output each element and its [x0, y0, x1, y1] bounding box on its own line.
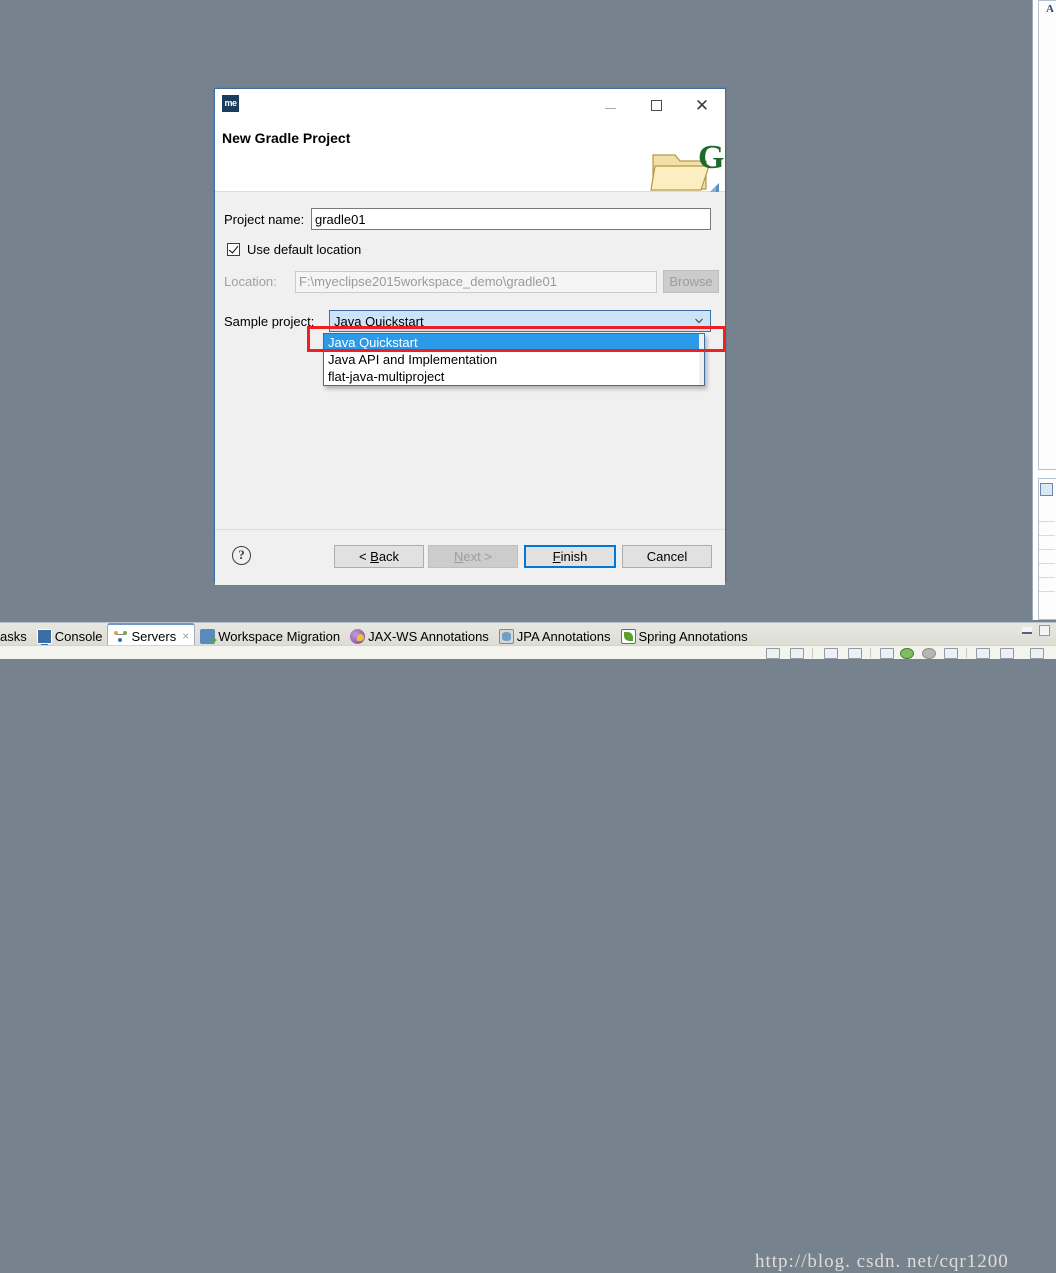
sample-project-dropdown[interactable]: Java Quickstart Java API and Implementat…	[323, 333, 705, 386]
toolbar-icon-6[interactable]	[944, 648, 958, 659]
toolbar-icon-8[interactable]	[1000, 648, 1014, 659]
ide-pane-lines	[1039, 521, 1055, 605]
tab-servers-label: Servers	[131, 628, 177, 644]
location-row: Location: Browse	[224, 270, 719, 293]
toolbar-separator-3	[966, 648, 967, 658]
dialog-window-controls: ✕	[587, 89, 725, 121]
dialog-body: Project name: Use default location Locat…	[215, 192, 725, 529]
tab-servers[interactable]: Servers ×	[107, 623, 196, 647]
new-gradle-project-dialog: me ✕ New Gradle Project G Project name:	[214, 88, 726, 585]
chevron-down-icon	[695, 318, 703, 324]
svg-text:G: G	[698, 141, 724, 176]
back-button[interactable]: < Back	[334, 545, 424, 568]
jpa-icon	[498, 629, 514, 644]
toolbar-icon-4[interactable]	[848, 648, 862, 659]
maximize-icon[interactable]	[633, 89, 679, 121]
tab-servers-close-icon[interactable]: ×	[182, 629, 189, 643]
page-title: New Gradle Project	[222, 130, 351, 146]
outline-view-icon	[1040, 483, 1053, 496]
use-default-location-checkbox[interactable]	[227, 243, 240, 256]
dialog-footer: ? < Back Next > Finish Cancel	[215, 529, 725, 585]
dropdown-scrollbar[interactable]	[699, 334, 704, 385]
tab-jpa-annotations-label: JPA Annotations	[516, 629, 611, 644]
location-input	[295, 270, 657, 293]
tab-workspace-migration-label: Workspace Migration	[218, 629, 341, 644]
finish-mnemonic: F	[552, 549, 561, 564]
console-icon	[36, 629, 52, 646]
dropdown-option-0[interactable]: Java Quickstart	[324, 334, 704, 351]
tab-console-label: Console	[54, 629, 103, 644]
ide-right-editor-strip: A	[1032, 0, 1056, 620]
dropdown-option-2[interactable]: flat-java-multiproject	[324, 368, 704, 385]
sample-project-label: Sample project:	[224, 313, 315, 329]
tab-spring-annotations-label: Spring Annotations	[638, 629, 748, 644]
project-name-label: Project name:	[224, 211, 305, 227]
ide-bottom-panel: asks Console Servers × Workspace Migrati…	[0, 622, 1056, 1272]
ide-editor-pane-right: A	[1038, 0, 1056, 470]
gradle-folder-icon: G	[650, 141, 724, 197]
close-icon[interactable]: ✕	[679, 89, 725, 121]
project-name-input[interactable]	[311, 208, 711, 230]
dropdown-option-1[interactable]: Java API and Implementation	[324, 351, 704, 368]
toolbar-icon-3[interactable]	[824, 648, 838, 659]
spring-icon	[620, 629, 636, 644]
next-button: Next >	[428, 545, 518, 568]
finish-button[interactable]: Finish	[524, 545, 616, 568]
tab-jaxws-annotations-label: JAX-WS Annotations	[368, 629, 489, 644]
dialog-header: New Gradle Project G	[215, 124, 725, 197]
location-label: Location:	[224, 274, 277, 289]
toolbar-icon-2[interactable]	[790, 648, 804, 659]
toolbar-separator-2	[870, 648, 871, 658]
toolbar-icon-1[interactable]	[766, 648, 780, 659]
toolbar-icon-5[interactable]	[880, 648, 894, 659]
use-default-location-label: Use default location	[247, 242, 362, 257]
jaxws-icon	[350, 629, 366, 644]
workspace-migration-icon	[200, 629, 218, 644]
panel-minimize-icon[interactable]	[1022, 627, 1032, 634]
tab-jaxws-annotations[interactable]: JAX-WS Annotations	[345, 626, 494, 647]
next-mnemonic: N	[454, 549, 464, 564]
ide-view-pane-right	[1038, 478, 1056, 620]
project-name-row: Project name:	[224, 208, 711, 230]
back-mnemonic: B	[370, 549, 379, 564]
tab-jpa-annotations[interactable]: JPA Annotations	[494, 626, 616, 647]
toolbar-run-icon[interactable]	[900, 648, 914, 659]
myeclipse-app-icon: me	[222, 95, 239, 112]
minimize-icon[interactable]	[587, 89, 633, 121]
servers-icon	[113, 629, 128, 644]
help-icon[interactable]: ?	[232, 546, 251, 565]
tab-console[interactable]: Console	[32, 626, 108, 647]
dialog-titlebar[interactable]: me ✕	[215, 89, 725, 124]
browse-button: Browse	[663, 270, 719, 293]
sample-project-row: Sample project: Java Quickstart	[224, 310, 711, 332]
toolbar-icon-9[interactable]	[1030, 648, 1044, 659]
close-glyph: ✕	[694, 95, 710, 115]
panel-window-controls	[1022, 625, 1050, 636]
ide-mini-toolbar	[0, 645, 1056, 659]
tab-spring-annotations[interactable]: Spring Annotations	[616, 626, 753, 647]
cancel-button[interactable]: Cancel	[622, 545, 712, 568]
use-default-location-row[interactable]: Use default location	[227, 242, 361, 257]
view-tabstrip: asks Console Servers × Workspace Migrati…	[0, 623, 1056, 647]
panel-maximize-icon[interactable]	[1039, 625, 1050, 636]
sample-project-value: Java Quickstart	[334, 313, 424, 329]
toolbar-separator-1	[812, 648, 813, 658]
tab-workspace-migration[interactable]: Workspace Migration	[195, 626, 345, 647]
editor-marker-icon: A	[1046, 3, 1054, 15]
toolbar-icon-7[interactable]	[976, 648, 990, 659]
watermark-text: http://blog. csdn. net/cqr1200	[755, 1251, 1009, 1272]
toolbar-debug-icon[interactable]	[922, 648, 936, 659]
tab-tasks[interactable]: asks	[0, 626, 32, 647]
sample-project-combobox[interactable]: Java Quickstart	[329, 310, 711, 332]
tab-tasks-label: asks	[0, 629, 27, 644]
